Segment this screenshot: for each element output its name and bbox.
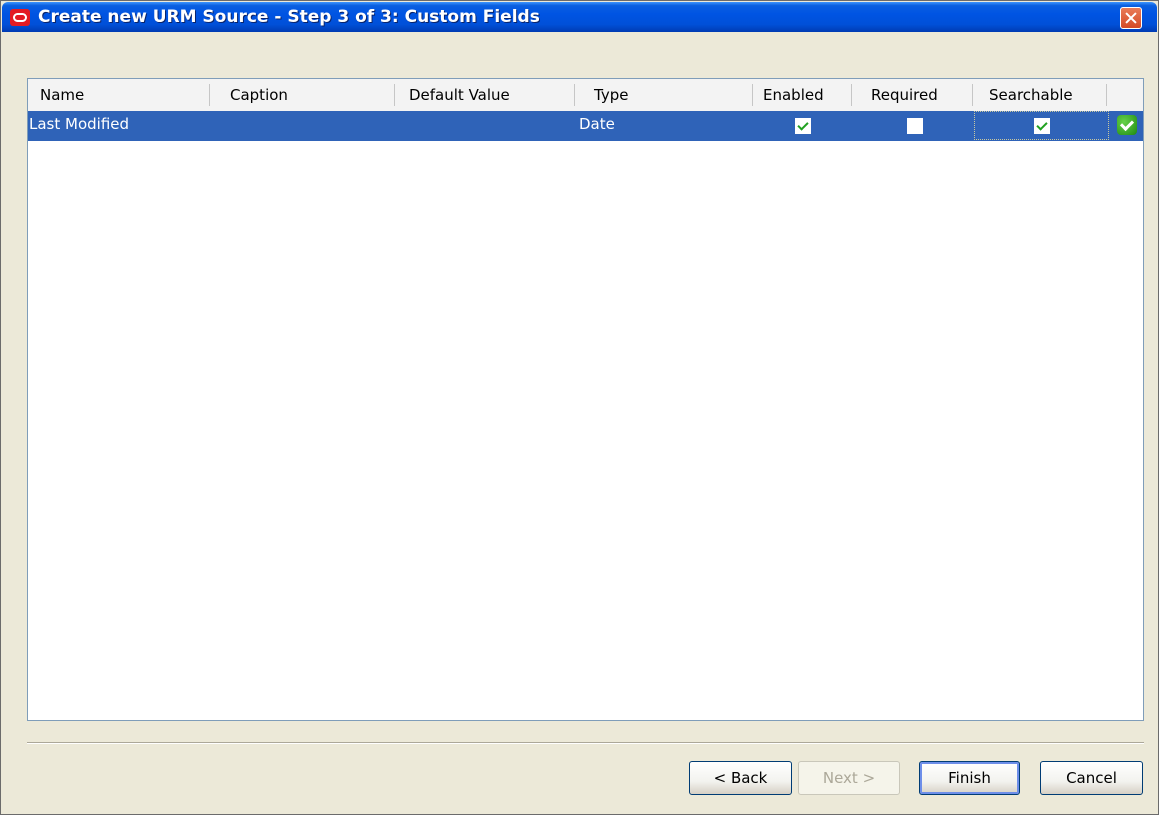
column-header-required[interactable]: Required	[871, 79, 938, 111]
dialog-window: Create new URM Source - Step 3 of 3: Cus…	[0, 0, 1159, 815]
column-divider[interactable]	[752, 84, 753, 106]
green-check-icon	[1117, 115, 1137, 135]
column-divider[interactable]	[394, 84, 395, 106]
column-header-searchable[interactable]: Searchable	[989, 79, 1073, 111]
column-header-default-value[interactable]: Default Value	[409, 79, 510, 111]
enabled-checkbox[interactable]	[795, 118, 811, 134]
column-divider[interactable]	[574, 84, 575, 106]
cell-name[interactable]: Last Modified	[29, 115, 129, 133]
back-button[interactable]: < Back	[689, 761, 792, 795]
button-area-divider	[27, 742, 1144, 744]
close-button[interactable]	[1120, 7, 1142, 29]
column-divider[interactable]	[851, 84, 852, 106]
next-button[interactable]: Next >	[798, 761, 900, 795]
custom-fields-table: Name Caption Default Value Type Enabled …	[27, 78, 1144, 721]
column-divider[interactable]	[1106, 84, 1107, 106]
required-checkbox[interactable]	[907, 118, 923, 134]
cancel-button[interactable]: Cancel	[1040, 761, 1143, 795]
column-divider[interactable]	[972, 84, 973, 106]
title-bar[interactable]: Create new URM Source - Step 3 of 3: Cus…	[2, 2, 1157, 32]
column-header-caption[interactable]: Caption	[230, 79, 288, 111]
column-header-type[interactable]: Type	[594, 79, 628, 111]
column-header-enabled[interactable]: Enabled	[763, 79, 824, 111]
table-header: Name Caption Default Value Type Enabled …	[28, 79, 1143, 112]
finish-button[interactable]: Finish	[919, 761, 1020, 795]
cell-type[interactable]: Date	[579, 115, 615, 133]
column-header-name[interactable]: Name	[40, 79, 84, 111]
dialog-title: Create new URM Source - Step 3 of 3: Cus…	[38, 7, 540, 27]
oracle-logo-icon	[10, 9, 30, 26]
column-divider[interactable]	[209, 84, 210, 106]
focused-cell-outline	[974, 111, 1109, 140]
